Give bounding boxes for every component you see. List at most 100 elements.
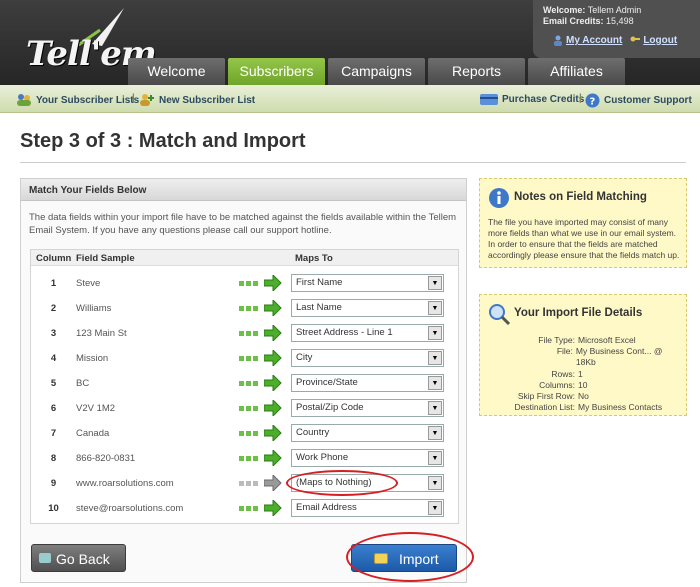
highlight-oval-import	[346, 532, 474, 582]
table-row: 7 Canada Country ▼	[31, 422, 458, 447]
match-indicator	[239, 406, 258, 411]
my-account-label: My Account	[566, 35, 623, 46]
detail-row: Columns: 10	[488, 380, 682, 391]
dropdown-arrow-icon: ▼	[428, 351, 442, 365]
your-subscriber-lists-link[interactable]: Your Subscriber Lists	[16, 93, 139, 107]
row-number: 10	[48, 503, 59, 514]
detail-value: No	[578, 391, 589, 402]
detail-key: Columns:	[539, 379, 575, 390]
select-value: Last Name	[296, 302, 342, 313]
table-row: 8 866-820-0831 Work Phone ▼	[31, 447, 458, 472]
dropdown-arrow-icon: ▼	[428, 326, 442, 340]
match-indicator	[239, 381, 258, 386]
detail-value: Microsoft Excel	[578, 335, 636, 345]
customer-support-link[interactable]: ? Customer Support	[585, 93, 692, 108]
my-account-link[interactable]: My Account	[553, 35, 622, 46]
field-sample: 123 Main St	[76, 328, 127, 339]
col-header-maps: Maps To	[295, 253, 333, 264]
arrow-right-icon	[264, 400, 282, 416]
maps-to-select[interactable]: First Name ▼	[291, 274, 444, 292]
field-sample: Steve	[76, 278, 101, 289]
detail-row: Skip First Row: No	[488, 391, 682, 402]
field-mapping-table: Column Field Sample Maps To 1 Steve Firs…	[30, 249, 459, 524]
detail-key: Skip First Row:	[517, 391, 575, 402]
row-number: 2	[50, 303, 57, 314]
tellem-logo[interactable]: Tell'em	[12, 6, 157, 76]
dropdown-arrow-icon: ▼	[428, 301, 442, 315]
detail-key: File:	[556, 346, 573, 357]
subnav-separator: |	[132, 93, 135, 104]
credit-card-icon	[480, 94, 498, 105]
select-value: First Name	[296, 277, 343, 288]
arrow-right-icon	[264, 325, 282, 341]
panel-description: The data fields within your import file …	[29, 212, 457, 236]
table-row: 2 Williams Last Name ▼	[31, 297, 458, 322]
row-number: 7	[50, 428, 57, 439]
field-sample: Mission	[76, 353, 109, 364]
arrow-right-icon	[264, 425, 282, 441]
dropdown-arrow-icon: ▼	[428, 501, 442, 515]
maps-to-select[interactable]: Postal/Zip Code ▼	[291, 399, 444, 417]
maps-to-select[interactable]: Country ▼	[291, 424, 444, 442]
user-box: Welcome: Tellem Admin Email Credits: 15,…	[533, 0, 700, 58]
tab-campaigns[interactable]: Campaigns	[328, 58, 425, 85]
row-number: 1	[50, 278, 57, 289]
match-indicator	[239, 456, 258, 461]
details-title: Your Import File Details	[514, 307, 643, 319]
table-row: 9 www.roarsolutions.com (Maps to Nothing…	[31, 470, 458, 497]
table-row: 5 BC Province/State ▼	[31, 372, 458, 397]
row-number: 4	[50, 353, 57, 364]
tab-subscribers[interactable]: Subscribers	[228, 58, 325, 85]
subnav-separator-2: |	[579, 93, 582, 104]
tab-welcome[interactable]: Welcome	[128, 58, 225, 85]
field-sample: 866-820-0831	[76, 453, 136, 464]
table-row: 3 123 Main St Street Address - Line 1 ▼	[31, 322, 458, 347]
logout-link[interactable]: Logout	[630, 35, 677, 46]
match-indicator	[239, 506, 258, 511]
maps-to-select[interactable]: Email Address ▼	[291, 499, 444, 517]
detail-row: Destination List: My Business Contacts	[488, 402, 682, 413]
customer-support-label: Customer Support	[604, 95, 692, 106]
select-value: City	[296, 352, 313, 363]
dropdown-arrow-icon: ▼	[428, 376, 442, 390]
main-tabs: Welcome Subscribers Campaigns Reports Af…	[128, 58, 625, 85]
table-row: 10 steve@roarsolutions.com Email Address…	[31, 497, 458, 522]
table-row: 4 Mission City ▼	[31, 347, 458, 372]
magnifier-icon	[489, 304, 510, 325]
notes-title: Notes on Field Matching	[514, 191, 647, 203]
select-value: Work Phone	[296, 452, 349, 463]
maps-to-select[interactable]: Province/State ▼	[291, 374, 444, 392]
maps-to-select[interactable]: City ▼	[291, 349, 444, 367]
sub-navigation: Your Subscriber Lists | New Subscriber L…	[0, 85, 700, 113]
svg-text:?: ?	[590, 97, 596, 108]
field-sample: Williams	[76, 303, 112, 314]
credits-label: Email Credits:	[543, 16, 604, 26]
highlight-oval	[286, 470, 398, 496]
detail-key: File Type:	[538, 335, 575, 345]
detail-value: My Business Cont... @ 18Kb	[575, 346, 663, 368]
select-value: Email Address	[296, 502, 357, 513]
maps-to-select[interactable]: Work Phone ▼	[291, 449, 444, 467]
maps-to-select[interactable]: Last Name ▼	[291, 299, 444, 317]
match-indicator	[239, 431, 258, 436]
notes-box: Notes on Field Matching The file you hav…	[479, 178, 687, 268]
purchase-credits-link[interactable]: Purchase Credits	[480, 93, 584, 106]
new-subscriber-list-link[interactable]: New Subscriber List	[139, 93, 255, 107]
table-row: 1 Steve First Name ▼	[31, 272, 458, 297]
match-indicator	[239, 481, 258, 486]
maps-to-select[interactable]: Street Address - Line 1 ▼	[291, 324, 444, 342]
field-sample: www.roarsolutions.com	[76, 478, 174, 489]
arrow-right-icon	[264, 300, 282, 316]
tab-reports[interactable]: Reports	[428, 58, 525, 85]
row-number: 3	[50, 328, 57, 339]
people-icon	[17, 94, 31, 106]
tab-affiliates[interactable]: Affiliates	[528, 58, 625, 85]
app-header: Tell'em Welcome: Tellem Admin Email Cred…	[0, 0, 700, 85]
dropdown-arrow-icon: ▼	[428, 476, 442, 490]
add-user-icon	[140, 94, 154, 106]
detail-row: File Type: Microsoft Excel	[488, 335, 682, 346]
arrow-right-icon	[264, 350, 282, 366]
detail-value: 1	[578, 368, 583, 379]
select-value: Province/State	[296, 377, 358, 388]
go-back-button[interactable]: Go Back	[31, 544, 126, 572]
